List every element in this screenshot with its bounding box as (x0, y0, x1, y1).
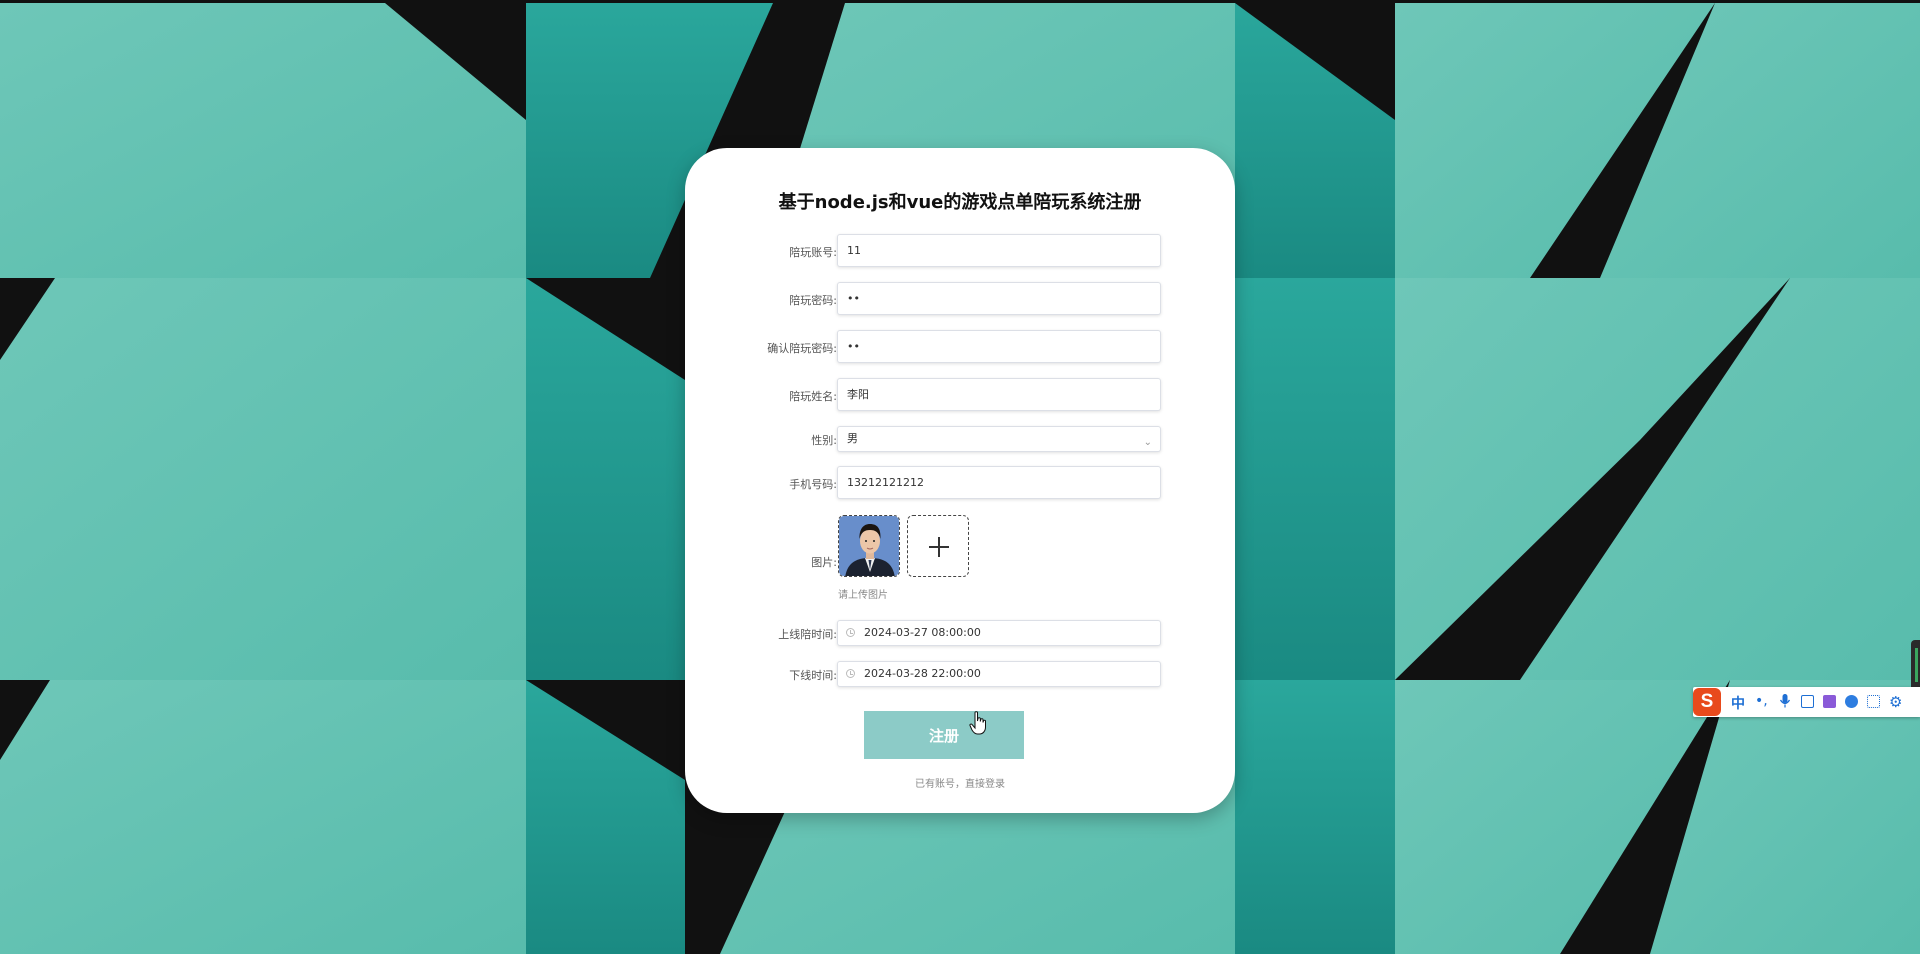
register-button[interactable]: 注册 (864, 711, 1024, 759)
photo-thumbnail[interactable] (838, 515, 900, 577)
assistant-icon[interactable] (1845, 695, 1858, 708)
chevron-down-icon: ⌄ (1143, 437, 1152, 448)
online-time-picker[interactable]: 2024-03-27 08:00:00 (837, 620, 1161, 646)
offline-time-label: 下线时间: (789, 669, 837, 682)
sogou-logo-icon[interactable]: S (1693, 688, 1721, 716)
online-time-value: 2024-03-27 08:00:00 (864, 626, 981, 639)
keyboard-icon[interactable] (1801, 695, 1814, 708)
portrait-image (839, 516, 899, 576)
password-input[interactable]: •• (837, 282, 1161, 315)
ime-toolbar: S 中 •, ⚙ (1693, 687, 1920, 717)
photo-label: 图片: (811, 556, 837, 569)
hand-cursor-icon (969, 711, 986, 735)
ime-punct-toggle[interactable]: •, (1755, 693, 1768, 709)
confirm-password-input[interactable]: •• (837, 330, 1161, 363)
settings-gear-icon[interactable]: ⚙ (1889, 693, 1902, 711)
offline-time-value: 2024-03-28 22:00:00 (864, 667, 981, 680)
toolbox-grid-icon[interactable] (1867, 695, 1880, 708)
page-title: 基于node.js和vue的游戏点单陪玩系统注册 (778, 192, 1142, 213)
name-input[interactable]: 李阳 (837, 378, 1161, 411)
upload-hint: 请上传图片 (838, 590, 888, 601)
phone-label: 手机号码: (789, 478, 837, 491)
skin-shirt-icon[interactable] (1823, 695, 1836, 708)
gender-value: 男 (847, 432, 858, 445)
ime-mode-toggle[interactable]: 中 (1731, 693, 1745, 713)
phone-input[interactable]: 13212121212 (837, 466, 1161, 499)
offline-time-picker[interactable]: 2024-03-28 22:00:00 (837, 661, 1161, 687)
register-card: 基于node.js和vue的游戏点单陪玩系统注册 陪玩账号: 11 陪玩密码: … (685, 148, 1235, 813)
password-label: 陪玩密码: (789, 294, 837, 307)
login-link[interactable]: 已有账号，直接登录 (685, 775, 1235, 790)
side-panel-tab[interactable] (1911, 640, 1920, 692)
clock-icon (846, 669, 855, 678)
online-time-label: 上线陪时间: (778, 628, 837, 641)
account-input[interactable]: 11 (837, 234, 1161, 267)
clock-icon (846, 628, 855, 637)
name-label: 陪玩姓名: (789, 390, 837, 403)
microphone-icon[interactable] (1779, 693, 1791, 713)
confirm-password-label: 确认陪玩密码: (767, 342, 837, 355)
account-label: 陪玩账号: (789, 246, 837, 259)
gender-select[interactable]: 男 ⌄ (837, 426, 1161, 452)
add-photo-button[interactable] (907, 515, 969, 577)
gender-label: 性别: (811, 434, 837, 447)
